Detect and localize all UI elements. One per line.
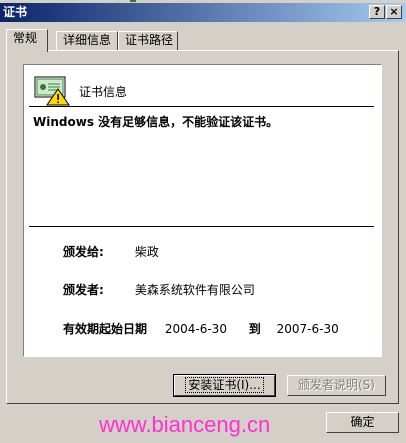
issued-by-value: 美森系统软件有限公司: [134, 283, 255, 297]
general-tab-panel: 证书信息 Windows 没有足够信息，不能验证该证书。 颁发给: 柴政 颁发者…: [6, 50, 399, 404]
issued-to-row: 颁发给: 柴政: [63, 243, 159, 260]
verification-message: Windows 没有足够信息，不能验证该证书。: [33, 115, 279, 129]
valid-to-word: 到: [248, 322, 261, 336]
validity-label: 有效期起始日期: [63, 322, 148, 336]
window-title: 证书: [3, 5, 28, 19]
certificate-info-box: 证书信息 Windows 没有足够信息，不能验证该证书。 颁发给: 柴政 颁发者…: [23, 64, 382, 357]
valid-from-value: 2004-6-30: [164, 322, 227, 336]
valid-to-value: 2007-6-30: [276, 322, 339, 336]
tab-general[interactable]: 常规: [6, 29, 48, 52]
title-bar[interactable]: 证书 ? ×: [0, 3, 406, 22]
watermark-text: www.bianceng.cn: [99, 412, 271, 437]
install-certificate-button[interactable]: 安装证书(I)...: [173, 374, 276, 397]
certificate-info-title: 证书信息: [79, 85, 128, 99]
tab-cert-path[interactable]: 证书路径: [118, 31, 178, 50]
issuer-statement-button[interactable]: 颁发者说明(S): [287, 375, 386, 396]
ok-button[interactable]: 确定: [326, 412, 399, 433]
install-certificate-label: 安装证书(I)...: [185, 377, 264, 393]
close-button[interactable]: ×: [386, 5, 402, 19]
tab-details[interactable]: 详细信息: [56, 31, 118, 50]
certificate-warning-icon: [34, 76, 70, 106]
divider: [29, 106, 374, 107]
issued-to-label: 颁发给:: [63, 245, 104, 259]
issued-to-value: 柴政: [134, 245, 159, 259]
validity-row: 有效期起始日期 2004-6-30 到 2007-6-30: [63, 320, 339, 337]
background-window-mark: [130, 0, 136, 2]
divider: [29, 226, 374, 227]
help-button[interactable]: ?: [369, 5, 385, 19]
issued-by-row: 颁发者: 美森系统软件有限公司: [63, 281, 255, 298]
issued-by-label: 颁发者:: [63, 283, 104, 297]
